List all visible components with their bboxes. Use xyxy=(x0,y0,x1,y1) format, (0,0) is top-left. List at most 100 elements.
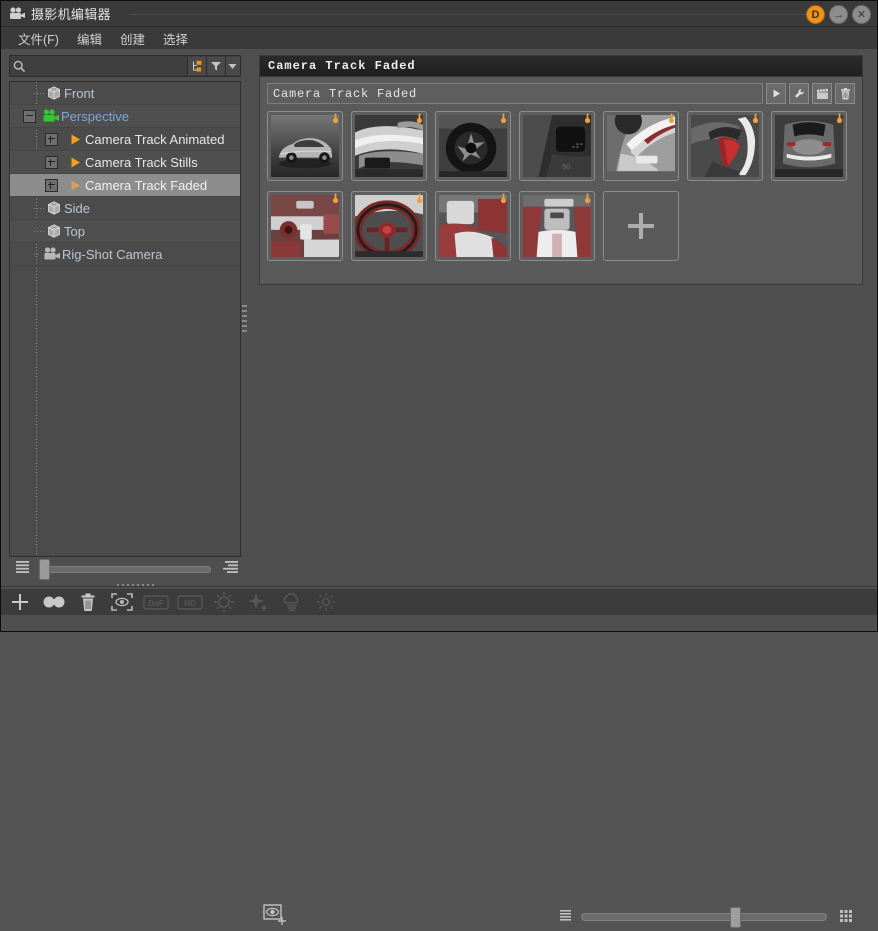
camera-editor-window: 摄影机编辑器 D → ✕ 文件(F) 编辑 创建 选择 Front Perspe… xyxy=(0,0,878,928)
svg-text:DoF: DoF xyxy=(148,599,164,608)
menu-edit[interactable]: 编辑 xyxy=(68,27,111,50)
hierarchy-toggle-button[interactable] xyxy=(187,57,207,75)
close-button[interactable]: ✕ xyxy=(852,5,871,24)
clapperboard-button[interactable] xyxy=(812,83,832,104)
tree-item-perspective[interactable]: Perspective xyxy=(10,105,240,128)
shot-thumbnail[interactable] xyxy=(435,111,511,181)
shot-image xyxy=(355,115,423,177)
focus-target-button[interactable] xyxy=(109,590,135,614)
thumbnail-size-handle[interactable] xyxy=(729,907,741,928)
shot-thumbnail[interactable] xyxy=(435,191,511,261)
shot-image xyxy=(271,115,339,177)
hd-button[interactable]: HD xyxy=(177,590,203,614)
expand-expander-icon[interactable] xyxy=(45,178,58,192)
tree-item-label: Side xyxy=(64,200,91,216)
shot-thumbnail[interactable] xyxy=(267,191,343,261)
play-button[interactable] xyxy=(766,83,786,104)
tree-item-side[interactable]: Side xyxy=(10,197,240,220)
align-right-lines-icon[interactable] xyxy=(221,560,239,574)
filter-button[interactable] xyxy=(206,57,225,75)
expand-expander-icon[interactable] xyxy=(45,132,58,146)
key-icon xyxy=(583,113,592,124)
shot-thumbnail[interactable] xyxy=(603,111,679,181)
key-icon xyxy=(499,113,508,124)
camera-tree[interactable]: Front Perspective Camera Track Animated … xyxy=(9,81,241,557)
shot-image xyxy=(607,115,675,177)
depth-of-field-button[interactable]: DoF xyxy=(143,590,169,614)
shot-image xyxy=(439,115,507,177)
settings-button[interactable] xyxy=(789,83,809,104)
camera-track-panel: Camera Track Faded Camera Track Faded 50 xyxy=(259,55,863,285)
tree-item-label: Camera Track Stills xyxy=(85,154,198,170)
shot-thumbnail[interactable] xyxy=(519,191,595,261)
add-camera-button[interactable] xyxy=(7,590,33,614)
tree-item-label: Rig-Shot Camera xyxy=(62,246,163,262)
tree-item-label: Perspective xyxy=(61,108,129,124)
thumbnail-size-track[interactable] xyxy=(581,913,827,921)
key-icon xyxy=(835,113,844,124)
sunlight-button[interactable] xyxy=(313,590,339,614)
menu-select[interactable]: 选择 xyxy=(154,27,197,50)
bottom-toolbar: DoF HD xyxy=(1,586,877,631)
shot-thumbnail[interactable] xyxy=(267,111,343,181)
zoom-slider-handle[interactable] xyxy=(39,559,50,580)
triangle-orange-icon xyxy=(65,130,85,148)
shot-thumbnail[interactable] xyxy=(351,191,427,261)
shot-panel-area: Camera Track Faded Camera Track Faded 50 xyxy=(259,55,863,928)
menu-file[interactable]: 文件(F) xyxy=(9,27,68,50)
shot-thumbnail[interactable] xyxy=(687,111,763,181)
window-title: 摄影机编辑器 xyxy=(31,7,111,22)
shot-thumbnail[interactable] xyxy=(771,111,847,181)
delete-button[interactable] xyxy=(835,83,855,104)
shot-image xyxy=(691,115,759,177)
tree-item-camera-track-faded[interactable]: Camera Track Faded xyxy=(10,174,240,197)
tree-branch-line xyxy=(34,230,44,232)
svg-text:HD: HD xyxy=(184,599,196,608)
right-footer-bar xyxy=(259,901,863,931)
zoom-slider-track[interactable] xyxy=(39,566,211,573)
shot-image xyxy=(271,195,339,257)
vertical-splitter-grip[interactable] xyxy=(242,305,247,333)
shot-image xyxy=(439,195,507,257)
shot-image xyxy=(523,195,591,257)
camera-green-icon xyxy=(41,107,61,125)
cube-icon xyxy=(44,84,64,102)
tree-item-rig-shot-camera[interactable]: Rig-Shot Camera xyxy=(10,243,240,266)
delete-button[interactable] xyxy=(75,590,101,614)
track-name-input[interactable]: Camera Track Faded xyxy=(267,83,763,104)
filter-dropdown-button[interactable] xyxy=(224,57,240,75)
brightness-button[interactable] xyxy=(211,590,237,614)
shot-thumbnail[interactable]: 50 xyxy=(519,111,595,181)
list-lines-icon[interactable] xyxy=(15,560,31,574)
grid-3x3-icon[interactable] xyxy=(839,909,853,923)
shot-image: 50 xyxy=(523,115,591,177)
add-shot-button[interactable] xyxy=(603,191,679,261)
search-input[interactable] xyxy=(28,56,188,76)
tree-item-label: Camera Track Faded xyxy=(85,177,208,193)
cloud-button[interactable] xyxy=(279,590,305,614)
collapse-expander-icon[interactable] xyxy=(23,109,36,123)
search-bar xyxy=(9,55,241,77)
shot-thumbnail-grid: 50 xyxy=(260,108,862,271)
thumbnail-size-slider[interactable] xyxy=(559,907,853,928)
tree-item-front[interactable]: Front xyxy=(10,82,240,105)
minimize-button[interactable]: → xyxy=(829,5,848,24)
triangle-orange-faded-icon xyxy=(65,176,85,194)
cube-icon xyxy=(44,222,64,240)
triangle-orange-icon xyxy=(65,153,85,171)
shot-thumbnail[interactable] xyxy=(351,111,427,181)
tree-item-top[interactable]: Top xyxy=(10,220,240,243)
sparkle-button[interactable] xyxy=(245,590,271,614)
list-lines-icon[interactable] xyxy=(559,909,573,922)
window-buttons: D → ✕ xyxy=(806,5,871,24)
camera-add-icon[interactable] xyxy=(263,903,287,927)
menu-bar: 文件(F) 编辑 创建 选择 xyxy=(1,27,877,50)
tree-item-camera-track-stills[interactable]: Camera Track Stills xyxy=(10,151,240,174)
duplicate-button[interactable] xyxy=(41,590,67,614)
key-icon xyxy=(751,113,760,124)
menu-create[interactable]: 创建 xyxy=(111,27,154,50)
shot-image xyxy=(355,195,423,257)
tree-item-camera-track-animated[interactable]: Camera Track Animated xyxy=(10,128,240,151)
expand-expander-icon[interactable] xyxy=(45,155,58,169)
doc-button[interactable]: D xyxy=(806,5,825,24)
